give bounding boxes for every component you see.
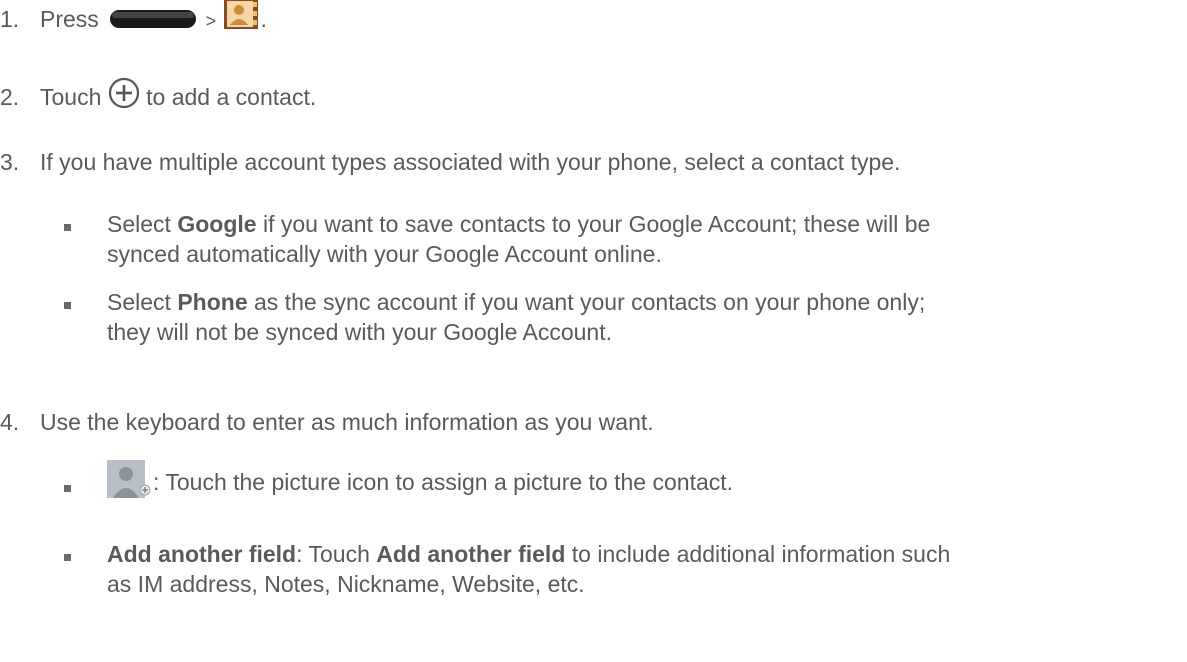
step-text: Use the keyboard to enter as much inform…: [40, 409, 654, 435]
step-number: 1.: [0, 6, 20, 32]
bullet-google: Select Google if you want to save contac…: [107, 211, 931, 267]
home-button-icon: [110, 9, 197, 28]
contact-picture-icon: [107, 459, 151, 498]
bullet-add-field: Add another field: Touch Add another fie…: [107, 541, 951, 597]
step-text: Touch: [40, 84, 102, 110]
bullet-marker: [64, 302, 71, 309]
bullet-marker: [64, 554, 71, 561]
add-circle-icon: [108, 77, 139, 109]
bullet-phone: Select Phone as the sync account if you …: [107, 289, 926, 345]
contacts-app-icon: [224, 0, 259, 29]
bullet-marker: [64, 485, 71, 492]
step-number: 2.: [0, 84, 20, 110]
bullet-marker: [64, 224, 71, 231]
separator: >: [205, 11, 217, 31]
step-number: 4.: [0, 409, 20, 435]
step-number: 3.: [0, 149, 20, 175]
step-text: If you have multiple account types assoc…: [40, 149, 901, 175]
bullet-picture: : Touch the picture icon to assign a pic…: [107, 459, 733, 498]
step-text: Press: [40, 6, 99, 32]
